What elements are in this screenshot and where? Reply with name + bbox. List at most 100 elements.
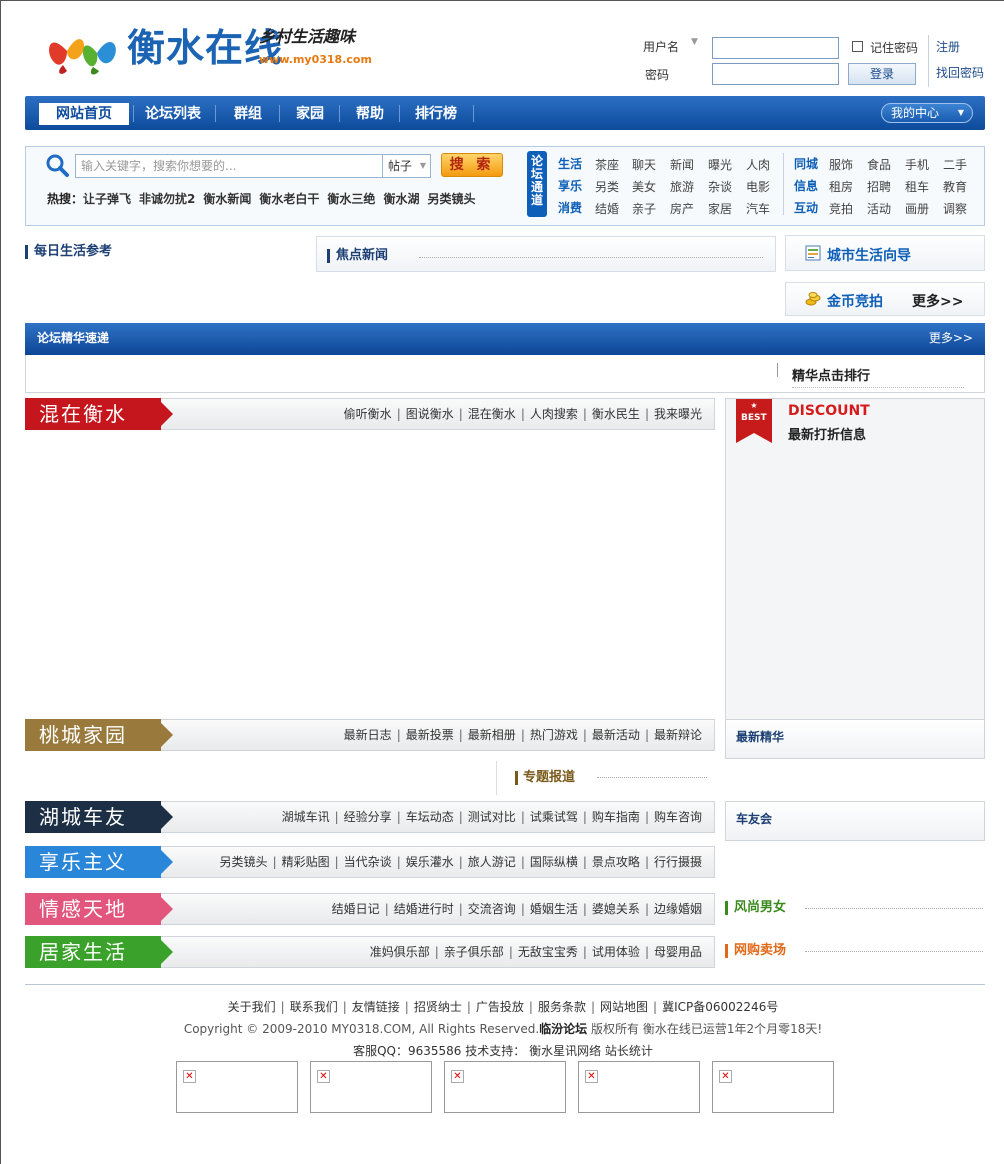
channel-cat-city[interactable]: 同城 — [794, 155, 818, 172]
banner-link[interactable]: 湖城车讯 — [282, 810, 330, 824]
nav-item-home[interactable]: 网站首页 — [39, 103, 129, 125]
banner-link[interactable]: 交流咨询 — [468, 902, 516, 916]
banner-tag[interactable]: 享乐主义 — [25, 846, 173, 878]
channel-link[interactable]: 竞拍 — [829, 200, 853, 217]
password-input[interactable] — [712, 63, 839, 85]
channel-link[interactable]: 茶座 — [595, 156, 619, 173]
banner-link[interactable]: 人肉搜索 — [530, 407, 578, 421]
hot-search-term[interactable]: 让子弹飞 — [83, 192, 131, 206]
nav-item-groups[interactable]: 群组 — [221, 103, 275, 125]
banner-link[interactable]: 最新相册 — [468, 728, 516, 742]
channel-cat-life[interactable]: 生活 — [558, 155, 582, 172]
search-type-select[interactable]: 帖子 ▼ — [383, 154, 431, 178]
channel-cat-consume[interactable]: 消费 — [558, 199, 582, 216]
banner-link[interactable]: 购车指南 — [592, 810, 640, 824]
banner-link[interactable]: 行行摄摄 — [654, 855, 702, 869]
footer-link[interactable]: 关于我们 — [228, 1000, 276, 1014]
nav-item-forum-list[interactable]: 论坛列表 — [137, 103, 209, 125]
channel-link[interactable]: 租车 — [905, 178, 929, 195]
search-input[interactable]: 输入关键字，搜索你想要的... — [75, 154, 383, 178]
channel-link[interactable]: 杂谈 — [708, 178, 732, 195]
banner-link[interactable]: 最新活动 — [592, 728, 640, 742]
city-guide-box[interactable]: 城市生活向导 — [785, 235, 985, 271]
banner-link[interactable]: 另类镜头 — [220, 855, 268, 869]
channel-link[interactable]: 汽车 — [746, 200, 770, 217]
banner-link[interactable]: 母婴用品 — [654, 945, 702, 959]
channel-link[interactable]: 亲子 — [632, 200, 656, 217]
channel-link[interactable]: 二手 — [943, 156, 967, 173]
hot-search-term[interactable]: 非诚勿扰2 — [139, 192, 195, 206]
channel-link[interactable]: 画册 — [905, 200, 929, 217]
banner-link[interactable]: 边缘婚姻 — [654, 902, 702, 916]
forum-digest-more-link[interactable]: 更多>> — [929, 323, 973, 353]
banner-link[interactable]: 偷听衡水 — [344, 407, 392, 421]
my-center-dropdown[interactable]: 我的中心 ▼ — [881, 103, 973, 123]
channel-link[interactable]: 房产 — [670, 200, 694, 217]
footer-link[interactable]: 联系我们 — [290, 1000, 338, 1014]
banner-link[interactable]: 购车咨询 — [654, 810, 702, 824]
banner-link[interactable]: 经验分享 — [344, 810, 392, 824]
banner-tag[interactable]: 湖城车友 — [25, 801, 173, 833]
channel-link[interactable]: 招聘 — [867, 178, 891, 195]
channel-link[interactable]: 结婚 — [595, 200, 619, 217]
footer-link[interactable]: 网站地图 — [600, 1000, 648, 1014]
register-link[interactable]: 注册 — [936, 38, 960, 55]
banner-link[interactable]: 测试对比 — [468, 810, 516, 824]
site-logo[interactable]: 衡水在线 乡村生活趣味 www.my0318.com — [45, 15, 372, 79]
channel-link[interactable]: 租房 — [829, 178, 853, 195]
banner-tag[interactable]: 桃城家园 — [25, 719, 173, 751]
hot-search-term[interactable]: 衡水老白干 — [259, 192, 319, 206]
banner-link[interactable]: 准妈俱乐部 — [370, 945, 430, 959]
channel-link[interactable]: 人肉 — [746, 156, 770, 173]
banner-link[interactable]: 婚姻生活 — [530, 902, 578, 916]
remember-checkbox[interactable] — [852, 41, 863, 52]
channel-link[interactable]: 新闻 — [670, 156, 694, 173]
channel-cat-interact[interactable]: 互动 — [794, 199, 818, 216]
nav-item-help[interactable]: 帮助 — [343, 103, 397, 125]
hot-search-term[interactable]: 衡水湖 — [383, 192, 419, 206]
footer-link[interactable]: 招贤纳士 — [414, 1000, 462, 1014]
channel-cat-info[interactable]: 信息 — [794, 177, 818, 194]
channel-link[interactable]: 食品 — [867, 156, 891, 173]
channel-link[interactable]: 旅游 — [670, 178, 694, 195]
banner-link[interactable]: 当代杂谈 — [344, 855, 392, 869]
banner-link[interactable]: 最新投票 — [406, 728, 454, 742]
footer-link[interactable]: 服务条款 — [538, 1000, 586, 1014]
banner-tag[interactable]: 情感天地 — [25, 893, 173, 925]
footer-link[interactable]: 广告投放 — [476, 1000, 524, 1014]
banner-link[interactable]: 最新辩论 — [654, 728, 702, 742]
banner-link[interactable]: 旅人游记 — [468, 855, 516, 869]
footer-link[interactable]: 冀ICP备06002246号 — [662, 1000, 778, 1014]
channel-link[interactable]: 聊天 — [632, 156, 656, 173]
gold-bid-title[interactable]: 金币竞拍 — [827, 291, 883, 311]
channel-link[interactable]: 调察 — [943, 200, 967, 217]
banner-link[interactable]: 结婚日记 — [332, 902, 380, 916]
hot-search-term[interactable]: 衡水三绝 — [327, 192, 375, 206]
channel-link[interactable]: 电影 — [746, 178, 770, 195]
channel-link[interactable]: 手机 — [905, 156, 929, 173]
chevron-down-icon[interactable]: ▼ — [691, 37, 698, 47]
channel-link[interactable]: 曝光 — [708, 156, 732, 173]
channel-cat-fun[interactable]: 享乐 — [558, 177, 582, 194]
nav-item-home-space[interactable]: 家园 — [283, 103, 337, 125]
banner-link[interactable]: 图说衡水 — [406, 407, 454, 421]
footer-link[interactable]: 友情链接 — [352, 1000, 400, 1014]
banner-link[interactable]: 车坛动态 — [406, 810, 454, 824]
banner-link[interactable]: 景点攻略 — [592, 855, 640, 869]
hot-search-term[interactable]: 另类镜头 — [427, 192, 475, 206]
banner-link[interactable]: 我来曝光 — [654, 407, 702, 421]
channel-link[interactable]: 活动 — [867, 200, 891, 217]
forgot-password-link[interactable]: 找回密码 — [936, 64, 984, 81]
banner-link[interactable]: 精彩贴图 — [282, 855, 330, 869]
banner-link[interactable]: 亲子俱乐部 — [444, 945, 504, 959]
banner-link[interactable]: 结婚进行时 — [394, 902, 454, 916]
banner-tag[interactable]: 混在衡水 — [25, 398, 173, 430]
username-input[interactable] — [712, 37, 839, 59]
banner-link[interactable]: 试乘试驾 — [530, 810, 578, 824]
banner-link[interactable]: 最新日志 — [344, 728, 392, 742]
nav-item-ranking[interactable]: 排行榜 — [403, 103, 469, 125]
login-button[interactable]: 登录 — [848, 63, 916, 85]
banner-link[interactable]: 无敌宝宝秀 — [518, 945, 578, 959]
gold-bid-more-link[interactable]: 更多>> — [912, 291, 963, 311]
banner-link[interactable]: 国际纵横 — [530, 855, 578, 869]
